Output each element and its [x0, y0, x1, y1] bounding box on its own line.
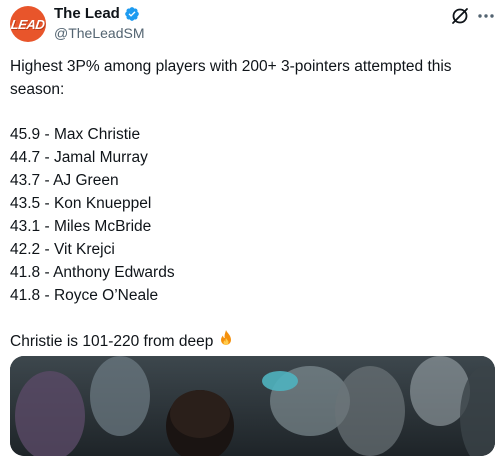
stat-line: 43.1 - Miles McBride [10, 218, 152, 235]
author-handle[interactable]: @TheLeadSM [54, 25, 144, 41]
display-name[interactable]: The Lead [54, 5, 120, 22]
media-photo [10, 356, 495, 456]
fire-emoji-icon [221, 330, 232, 345]
avatar-logo-text: LEAD [10, 16, 46, 32]
grok-icon[interactable] [450, 6, 470, 26]
tweet-media-image[interactable] [10, 356, 495, 456]
stat-line: 45.9 - Max Christie [10, 126, 141, 143]
more-options-icon[interactable] [476, 6, 496, 26]
stat-line: 43.5 - Kon Knueppel [10, 195, 152, 212]
stat-line: 41.8 - Anthony Edwards [10, 264, 175, 281]
intro-line: season: [10, 81, 65, 98]
avatar[interactable]: LEAD [10, 6, 46, 42]
tweet-header: LEAD The Lead @TheLeadSM [0, 0, 500, 48]
closing-line: Christie is 101-220 from deep [10, 329, 490, 353]
stat-line: 41.8 - Royce O’Neale [10, 287, 159, 304]
stat-line: 42.2 - Vit Krejci [10, 241, 115, 258]
intro-line: Highest 3P% among players with 200+ 3-po… [10, 58, 452, 75]
stat-line: 43.7 - AJ Green [10, 172, 119, 189]
closing-text: Christie is 101-220 from deep [10, 333, 214, 350]
stat-line: 44.7 - Jamal Murray [10, 149, 148, 166]
author-name-row: The Lead [54, 5, 140, 22]
verified-badge-icon [125, 6, 139, 21]
tweet-text: Highest 3P% among players with 200+ 3-po… [10, 55, 490, 353]
